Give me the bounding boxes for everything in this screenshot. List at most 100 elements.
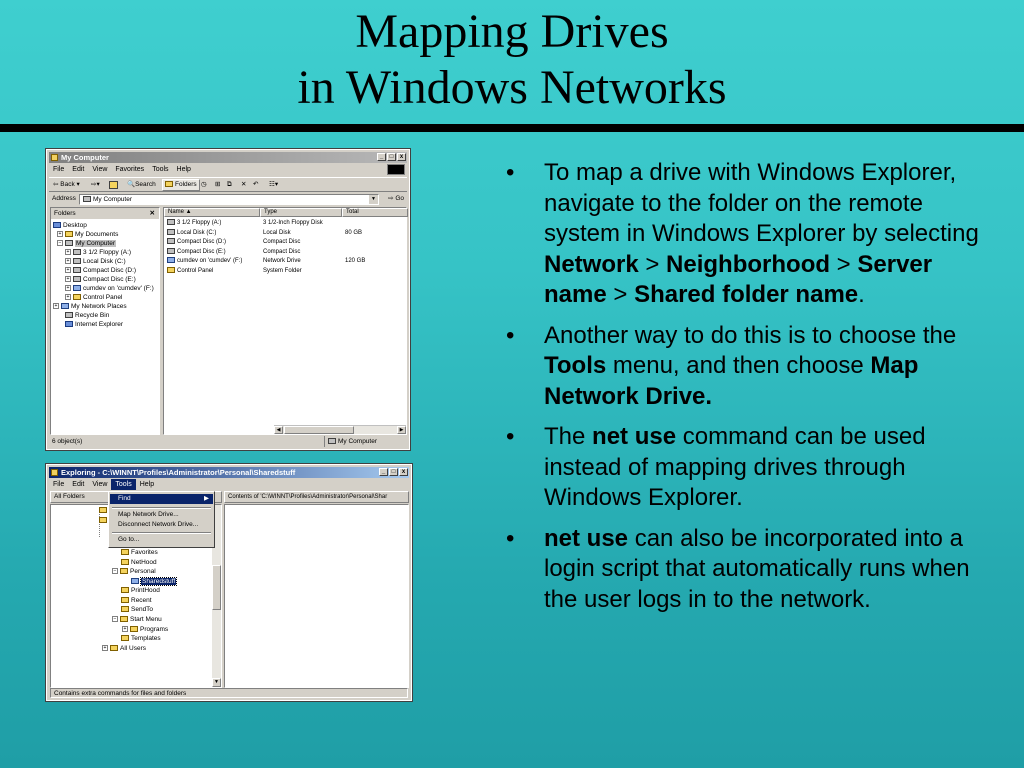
minimize-button[interactable]: _	[379, 468, 388, 476]
views-icon[interactable]: ☷▾	[269, 178, 278, 191]
tree-item-compact-disc-e[interactable]: + Compact Disc (E:)	[65, 275, 136, 284]
tree-item[interactable]: − Start Menu	[112, 615, 162, 624]
tree-item[interactable]: Favorites	[121, 548, 158, 557]
move-to-icon[interactable]: ⊞	[215, 178, 220, 191]
maximize-button[interactable]: □	[387, 153, 396, 161]
tree-item-label: Sharedstuff	[139, 577, 178, 586]
tree-item-internet-explorer[interactable]: Internet Explorer	[65, 320, 123, 329]
expand-icon[interactable]: −	[112, 568, 118, 575]
menu-edit[interactable]: Edit	[68, 479, 88, 490]
column-header-total[interactable]: Total	[342, 208, 408, 217]
file-name: Compact Disc (D:)	[177, 239, 227, 245]
expand-icon[interactable]: +	[65, 249, 71, 256]
tree-item-control-panel[interactable]: + Control Panel	[65, 293, 122, 302]
menu-view[interactable]: View	[88, 164, 111, 175]
drive-icon	[167, 247, 175, 254]
expand-icon[interactable]: +	[65, 258, 71, 265]
history-icon[interactable]: ◷	[201, 178, 207, 191]
menu-item-disconnect-network-drive[interactable]: Disconnect Network Drive...	[110, 520, 213, 530]
window-title: My Computer	[61, 153, 109, 162]
expand-icon[interactable]: +	[53, 303, 59, 310]
close-button[interactable]: x	[399, 468, 408, 476]
menu-view[interactable]: View	[88, 479, 111, 490]
chevron-down-icon[interactable]: ▼	[369, 195, 378, 204]
search-button[interactable]: 🔍Search	[127, 178, 156, 191]
file-row[interactable]: Compact Disc (E:) Compact Disc	[164, 247, 406, 257]
tree-item-my-network-places[interactable]: + My Network Places	[53, 302, 127, 311]
menu-item-go-to[interactable]: Go to...	[110, 535, 213, 545]
menu-favorites[interactable]: Favorites	[111, 164, 148, 175]
menu-help[interactable]: Help	[136, 479, 158, 490]
expand-icon[interactable]: −	[112, 616, 118, 623]
column-header-type[interactable]: Type	[260, 208, 342, 217]
scroll-down-icon[interactable]: ▼	[212, 678, 221, 687]
file-type: System Folder	[263, 267, 302, 274]
tree-item[interactable]: + All Users	[102, 644, 146, 653]
copy-to-icon[interactable]: ⧉	[227, 178, 232, 191]
scroll-thumb[interactable]	[212, 565, 221, 610]
column-header-name[interactable]: Name ▲	[164, 208, 260, 217]
menu-item-map-network-drive[interactable]: Map Network Drive...	[110, 510, 213, 520]
expand-icon[interactable]: +	[65, 267, 71, 274]
tree-item-compact-disc-d[interactable]: + Compact Disc (D:)	[65, 266, 136, 275]
tree-item[interactable]: + Programs	[122, 625, 168, 634]
tree-item[interactable]: Sharedstuff	[131, 577, 178, 586]
address-input[interactable]: My Computer ▼	[79, 194, 379, 205]
menu-help[interactable]: Help	[173, 164, 195, 175]
expand-icon[interactable]: +	[102, 645, 108, 652]
go-button[interactable]: ⇨ Go	[388, 193, 404, 205]
menu-item-find[interactable]: Find ▶	[110, 494, 213, 504]
expand-icon[interactable]: +	[65, 276, 71, 283]
menu-file[interactable]: File	[49, 164, 68, 175]
expand-icon[interactable]: +	[57, 231, 63, 238]
window-title-bar[interactable]: Exploring - C:\WINNT\Profiles\Administra…	[49, 467, 409, 478]
tree-item-desktop[interactable]: Desktop	[53, 221, 87, 230]
close-icon[interactable]: ✕	[150, 208, 155, 219]
up-folder-icon[interactable]	[109, 181, 118, 189]
window-title-bar[interactable]: My Computer _ □ x	[49, 152, 407, 163]
folders-button[interactable]: Folders	[162, 179, 200, 191]
tree-item-recycle-bin[interactable]: Recycle Bin	[65, 311, 109, 320]
menu-edit[interactable]: Edit	[68, 164, 88, 175]
delete-icon[interactable]: ✕	[241, 178, 246, 191]
file-row[interactable]: cumdev on 'cumdev' (F:) Network Drive 120 …	[164, 257, 406, 266]
file-row[interactable]: Control Panel System Folder	[164, 266, 406, 276]
forward-button[interactable]: ⇨▾	[91, 178, 100, 191]
scroll-right-icon[interactable]: ▶	[397, 426, 406, 434]
tree-item-floppy[interactable]: +3 1/2 Floppy (A:)	[65, 248, 131, 257]
collapse-icon[interactable]: −	[57, 240, 63, 247]
tree-item[interactable]: − Personal	[112, 567, 156, 576]
maximize-button[interactable]: □	[389, 468, 398, 476]
horizontal-scrollbar[interactable]: ◀ ▶	[274, 425, 406, 434]
tree-item[interactable]: Recent	[121, 596, 152, 605]
file-type: Compact Disc	[263, 239, 301, 245]
menu-tools[interactable]: Tools	[148, 164, 172, 175]
file-row[interactable]: 3 1/2 Floppy (A:) 3 1/2-Inch Floppy Disk	[164, 219, 406, 228]
expand-icon[interactable]: +	[65, 294, 71, 301]
back-button[interactable]: ⇦ Back ▾	[53, 178, 80, 191]
tree-item-network-drive[interactable]: + cumdev on 'cumdev' (F:)	[65, 284, 154, 293]
scroll-thumb[interactable]	[284, 426, 354, 434]
tree-item-my-computer[interactable]: − My Computer	[57, 239, 117, 248]
expand-icon[interactable]: +	[122, 626, 128, 633]
tree-item[interactable]: SendTo	[121, 605, 153, 614]
menu-tools[interactable]: Tools	[111, 479, 136, 490]
disk-icon	[73, 258, 81, 265]
tree-item-local-disk[interactable]: + Local Disk (C:)	[65, 257, 126, 266]
scroll-left-icon[interactable]: ◀	[274, 426, 283, 434]
menu-file[interactable]: File	[49, 479, 68, 490]
tree-item[interactable]: Templates	[121, 634, 161, 643]
file-row[interactable]: Compact Disc (D:) Compact Disc	[164, 238, 406, 247]
contents-header: Contents of 'C:\WINNT\Profiles\Administr…	[224, 491, 409, 503]
tree-item-my-documents[interactable]: + My Documents	[57, 230, 118, 239]
computer-icon	[83, 196, 91, 203]
minimize-button[interactable]: _	[377, 153, 386, 161]
file-row[interactable]: Local Disk (C:) Local Disk 80 GB	[164, 228, 406, 238]
tree-item[interactable]: NetHood	[121, 558, 157, 567]
expand-icon[interactable]: +	[65, 285, 71, 292]
bold-term: Tools	[544, 352, 607, 379]
tree-item[interactable]: PrintHood	[121, 586, 160, 595]
status-count: 6 object(s)	[52, 438, 83, 445]
undo-icon[interactable]: ↶	[253, 178, 258, 191]
close-button[interactable]: x	[397, 153, 406, 161]
